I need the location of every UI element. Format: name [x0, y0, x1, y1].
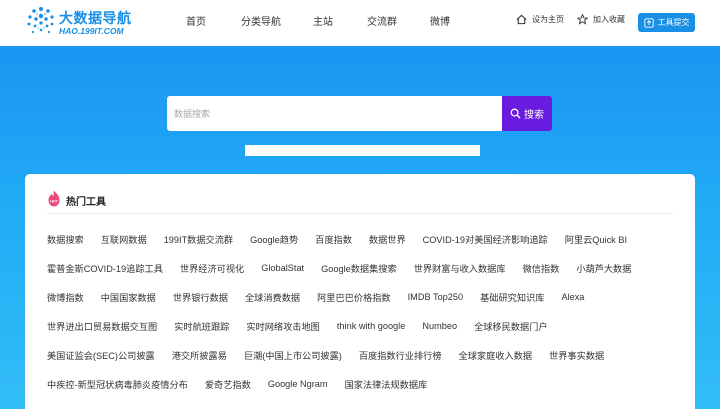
bookmark-link[interactable]: 加入收藏 [577, 14, 625, 25]
tool-link[interactable]: 全球移民数据门户 [474, 319, 548, 333]
tool-link[interactable]: Numbeo [422, 321, 457, 331]
tool-link[interactable]: 中国国家数据 [101, 290, 156, 304]
home-icon [516, 14, 527, 25]
tool-link[interactable]: 全球家庭收入数据 [459, 348, 533, 362]
tool-link[interactable]: 阿里巴巴价格指数 [317, 290, 391, 304]
nav-home[interactable]: 首页 [186, 0, 206, 46]
tool-link[interactable]: 基础研究知识库 [480, 290, 544, 304]
tool-row: 世界进出口贸易数据交互图 实时航班跟踪 实时网络攻击地图 think with … [47, 311, 677, 340]
hot-flame-icon: HOT [48, 190, 60, 207]
hot-tools-card: HOT 热门工具 数据搜索 互联网数据 199IT数据交流群 Google趋势 … [25, 174, 695, 409]
upload-icon [643, 17, 654, 28]
tool-link[interactable]: COVID-19对美国经济影响追踪 [423, 232, 548, 246]
tool-link[interactable]: 百度指数行业排行榜 [359, 348, 442, 362]
set-home-label: 设为主页 [532, 15, 564, 24]
tool-link[interactable]: 爱奇艺指数 [205, 377, 251, 391]
tool-link[interactable]: 美国证监会(SEC)公司披露 [47, 348, 155, 362]
hot-tools-header: HOT 热门工具 [47, 190, 673, 214]
tool-link[interactable]: 实时网络攻击地图 [246, 319, 320, 333]
tool-link[interactable]: Google趋势 [250, 232, 298, 246]
tool-link[interactable]: 实时航班跟踪 [174, 319, 229, 333]
tool-link[interactable]: 阿里云Quick BI [565, 232, 627, 246]
search-button-label: 搜索 [524, 110, 544, 121]
hot-tools-list: 数据搜索 互联网数据 199IT数据交流群 Google趋势 百度指数 数据世界… [47, 224, 677, 398]
nav-community[interactable]: 交流群 [367, 0, 397, 46]
nav-main-site[interactable]: 主站 [313, 0, 333, 46]
tool-link[interactable]: 世界经济可视化 [180, 261, 244, 275]
tool-row: 微博指数 中国国家数据 世界银行数据 全球消费数据 阿里巴巴价格指数 IMDB … [47, 282, 677, 311]
top-header: 大数据导航 HAO.199IT.COM 首页 分类导航 主站 交流群 微博 设为… [0, 0, 720, 46]
tool-link[interactable]: IMDB Top250 [408, 292, 464, 302]
tool-link[interactable]: 199IT数据交流群 [164, 232, 233, 246]
site-logo[interactable]: 大数据导航 HAO.199IT.COM [26, 6, 136, 40]
tool-link[interactable]: 百度指数 [315, 232, 352, 246]
tool-link[interactable]: 巨潮(中国上市公司披露) [244, 348, 342, 362]
search-input[interactable] [167, 96, 503, 131]
tool-link[interactable]: 互联网数据 [101, 232, 147, 246]
tool-link[interactable]: 世界财富与收入数据库 [414, 261, 506, 275]
tool-link[interactable]: 国家法律法规数据库 [345, 377, 428, 391]
submit-tool-button[interactable]: 工具提交 [638, 13, 695, 32]
bookmark-label: 加入收藏 [593, 15, 625, 24]
tool-link[interactable]: 微博指数 [47, 290, 84, 304]
star-icon [577, 14, 588, 25]
search-button[interactable]: 搜索 [502, 96, 552, 131]
tool-link[interactable]: Google Ngram [268, 379, 328, 389]
tool-link[interactable]: 中疾控-新型冠状病毒肺炎疫情分布 [47, 377, 188, 391]
logo-title: 大数据导航 [59, 10, 132, 26]
tool-link[interactable]: 数据世界 [369, 232, 406, 246]
logo-dots-icon [27, 7, 54, 34]
set-home-link[interactable]: 设为主页 [516, 14, 564, 25]
tool-link[interactable]: 数据搜索 [47, 232, 84, 246]
hot-tools-title: 热门工具 [66, 197, 106, 208]
tool-link[interactable]: 霍普金斯COVID-19追踪工具 [47, 261, 163, 275]
search-icon [510, 108, 521, 119]
tool-row: 数据搜索 互联网数据 199IT数据交流群 Google趋势 百度指数 数据世界… [47, 224, 677, 253]
banner-placeholder-bar [245, 145, 480, 156]
tool-row: 霍普金斯COVID-19追踪工具 世界经济可视化 GlobalStat Goog… [47, 253, 677, 282]
tool-row: 美国证监会(SEC)公司披露 港交所披露易 巨潮(中国上市公司披露) 百度指数行… [47, 340, 677, 369]
logo-subtitle: HAO.199IT.COM [59, 26, 124, 36]
nav-weibo[interactable]: 微博 [430, 0, 450, 46]
tool-link[interactable]: 世界事实数据 [549, 348, 604, 362]
tool-link[interactable]: 港交所披露易 [172, 348, 227, 362]
nav-categories[interactable]: 分类导航 [241, 0, 281, 46]
hot-badge-text: HOT [50, 200, 58, 204]
tool-link[interactable]: GlobalStat [261, 263, 304, 273]
tool-row: 中疾控-新型冠状病毒肺炎疫情分布 爱奇艺指数 Google Ngram 国家法律… [47, 369, 677, 398]
submit-tool-label: 工具提交 [657, 18, 690, 27]
tool-link[interactable]: 全球消费数据 [245, 290, 300, 304]
tool-link[interactable]: Alexa [561, 292, 584, 302]
tool-link[interactable]: think with google [337, 321, 405, 331]
tool-link[interactable]: Google数据集搜索 [321, 261, 397, 275]
tool-link[interactable]: 微信指数 [523, 261, 560, 275]
tool-link[interactable]: 世界银行数据 [173, 290, 228, 304]
tool-link[interactable]: 世界进出口贸易数据交互图 [47, 319, 157, 333]
tool-link[interactable]: 小葫芦大数据 [576, 261, 631, 275]
